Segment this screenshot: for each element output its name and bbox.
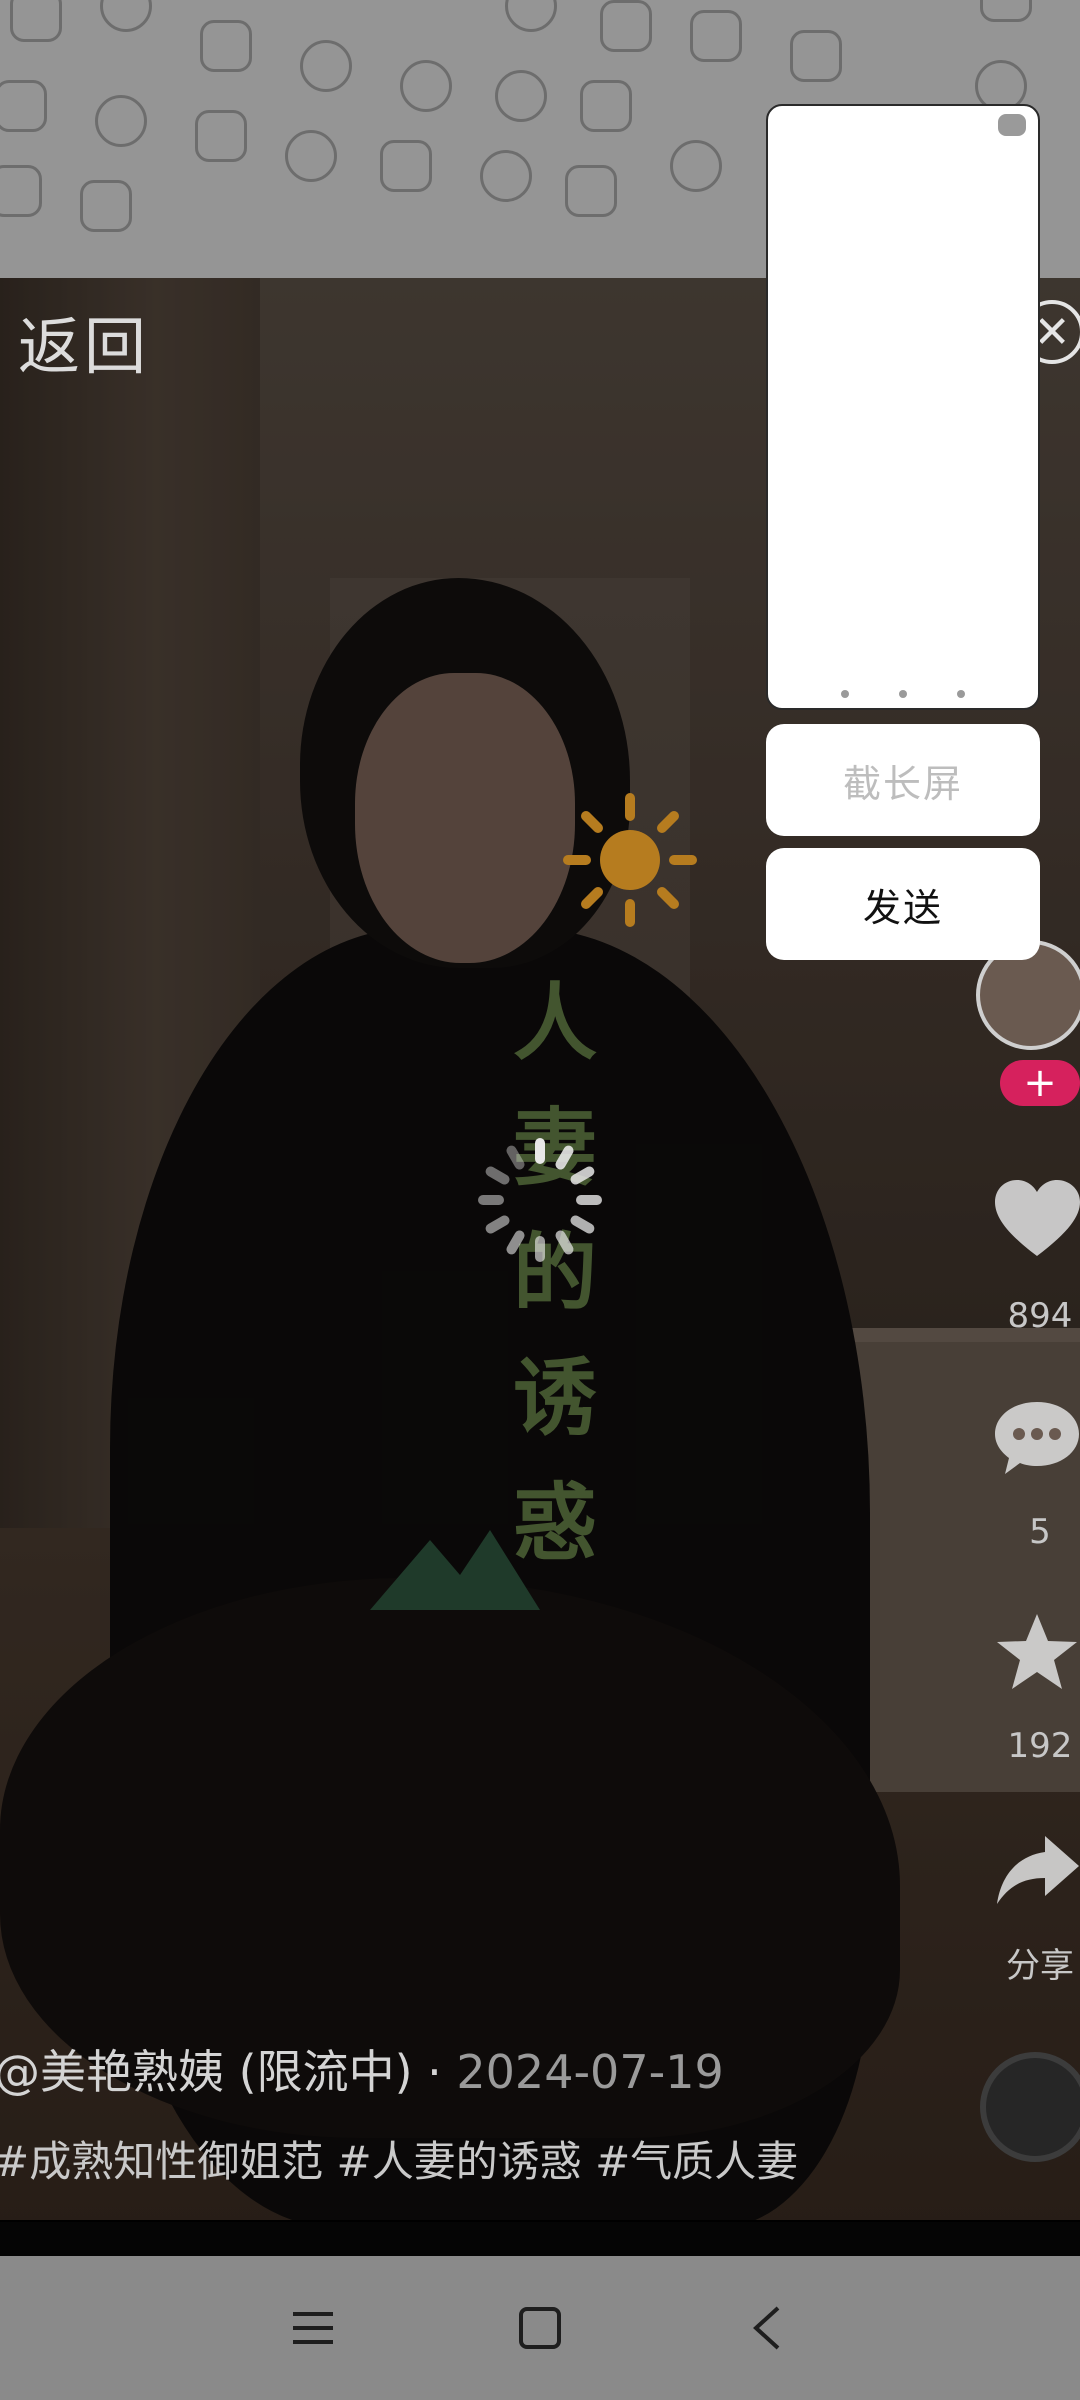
favorite-count: 192 [1007,1726,1073,1766]
send-button[interactable]: 发送 [766,848,1040,960]
share-icon[interactable] [995,1830,1080,1910]
caption-separator: · [412,2045,457,2099]
post-date: 2024-07-19 [456,2045,724,2099]
author-name[interactable]: @美艳熟姨 (限流中) [0,2045,413,2099]
back-button[interactable]: 返回 [18,296,150,386]
author-caption[interactable]: @美艳熟姨 (限流中) · 2024-07-19 [0,2036,724,2102]
mountain-icon [370,1530,540,1610]
long-screenshot-button[interactable]: 截长屏 [766,724,1040,836]
preview-camera-icon [998,114,1026,136]
loading-spinner-icon [478,1138,602,1262]
video-overlay-title: 人 妻 的 诱 惑 [500,960,610,1585]
back-icon[interactable] [732,2293,802,2363]
preview-nav-dots [768,690,1038,698]
hashtags-caption[interactable]: #成熟知性御姐范 #人妻的诱惑 #气质人妻 [0,2128,798,2189]
bottom-divider [0,2222,1080,2256]
comment-icon[interactable] [995,1398,1080,1478]
music-disc-icon[interactable] [980,2052,1080,2162]
heart-icon[interactable] [995,1180,1080,1260]
title-char: 人 [512,973,597,1072]
menu-icon[interactable] [278,2293,348,2363]
share-label: 分享 [1006,1946,1074,1986]
sun-icon [563,793,697,927]
title-char: 诱 [512,1348,597,1447]
system-navigation-bar [0,2256,1080,2400]
home-icon[interactable] [505,2293,575,2363]
follow-plus-icon[interactable]: + [1000,1060,1080,1106]
like-count: 894 [1007,1296,1073,1336]
star-icon[interactable] [995,1612,1080,1692]
screenshot-preview-thumbnail[interactable] [766,104,1040,710]
comment-count: 5 [1029,1512,1051,1552]
